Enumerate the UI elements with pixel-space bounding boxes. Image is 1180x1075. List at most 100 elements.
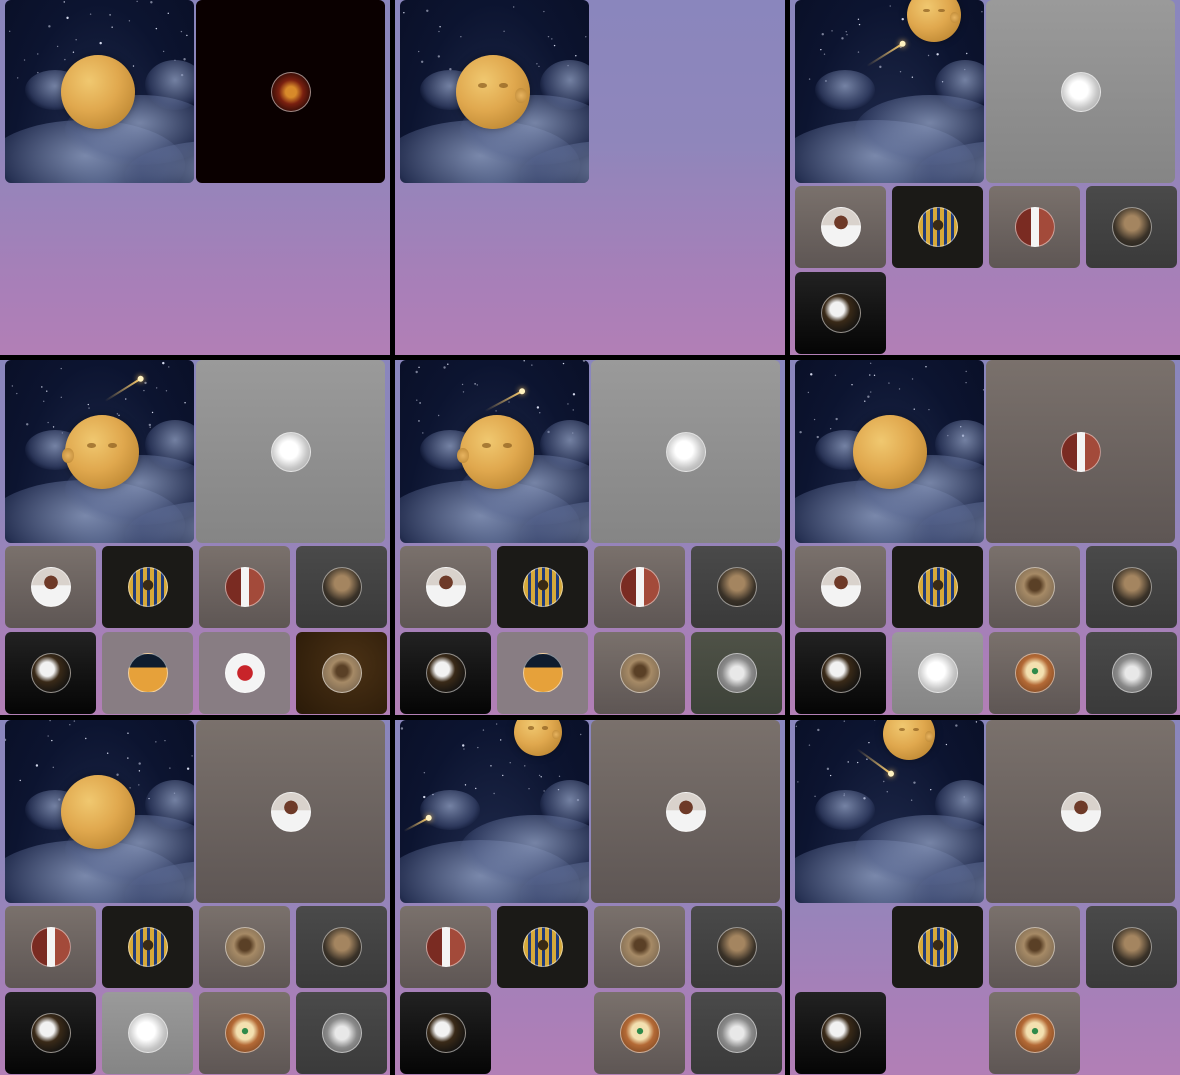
moon-face-icon[interactable] (456, 55, 530, 129)
avatar-card[interactable] (591, 360, 780, 543)
avatar-card[interactable] (5, 992, 96, 1074)
avatar-card[interactable] (795, 992, 886, 1074)
sky-scene-card[interactable] (5, 360, 194, 543)
avatar-card[interactable] (594, 992, 685, 1074)
avatar-card[interactable] (102, 546, 193, 628)
avatar-icon (127, 653, 168, 693)
avatar-card[interactable] (400, 992, 491, 1074)
screen-panel (0, 720, 390, 1075)
avatar-card[interactable] (594, 906, 685, 988)
avatar-card[interactable] (400, 632, 491, 714)
avatar-card[interactable] (102, 992, 193, 1074)
avatar-card[interactable] (102, 632, 193, 714)
avatar-card[interactable] (400, 546, 491, 628)
avatar-card[interactable] (199, 992, 290, 1074)
sky-scene-card[interactable] (400, 360, 589, 543)
avatar-icon (917, 207, 958, 247)
avatar-card[interactable] (196, 0, 385, 183)
moon-face-icon[interactable] (457, 415, 534, 489)
avatar-card[interactable] (296, 632, 387, 714)
sky-scene-card[interactable] (795, 720, 984, 903)
avatar-card[interactable] (5, 906, 96, 988)
moon-eye (482, 443, 492, 449)
screen-panel (395, 360, 785, 715)
avatar-icon (917, 567, 958, 607)
shooting-star-icon (866, 42, 904, 67)
avatar-card[interactable] (986, 720, 1175, 903)
avatar-icon (1060, 431, 1101, 472)
avatar-card[interactable] (892, 186, 983, 268)
avatar-card[interactable] (691, 546, 782, 628)
avatar-icon (716, 927, 757, 967)
sky-scene-card[interactable] (400, 720, 589, 903)
avatar-card[interactable] (594, 632, 685, 714)
avatar-card[interactable] (296, 992, 387, 1074)
avatar-icon (127, 927, 168, 967)
avatar-card[interactable] (199, 632, 290, 714)
avatar-card[interactable] (691, 992, 782, 1074)
sky-scene-card[interactable] (5, 720, 194, 903)
sky-scene-card[interactable] (795, 360, 984, 543)
avatar-card[interactable] (989, 186, 1080, 268)
avatar-card[interactable] (989, 546, 1080, 628)
sky-scene-card[interactable] (400, 0, 589, 183)
avatar-card[interactable] (691, 906, 782, 988)
moon-face-icon[interactable] (62, 415, 139, 489)
avatar-icon (425, 1013, 466, 1053)
avatar-card[interactable] (296, 906, 387, 988)
avatar-card[interactable] (497, 906, 588, 988)
avatar-card[interactable] (199, 906, 290, 988)
avatar-icon (820, 567, 861, 607)
avatar-card[interactable] (691, 632, 782, 714)
avatar-card[interactable] (986, 0, 1175, 183)
shooting-star-icon (856, 748, 892, 775)
avatar-card[interactable] (892, 632, 983, 714)
moon-nose (515, 88, 528, 104)
moon-face-icon[interactable] (853, 415, 927, 489)
avatar-card[interactable] (400, 906, 491, 988)
avatar-icon (522, 653, 563, 693)
avatar-card[interactable] (892, 906, 983, 988)
moon-face-icon[interactable] (907, 0, 961, 42)
avatar-icon (1014, 567, 1055, 607)
avatar-card[interactable] (1086, 906, 1177, 988)
moon-eye (498, 83, 508, 89)
sky-scene-card[interactable] (5, 0, 194, 183)
sky-scene-card[interactable] (795, 0, 984, 183)
avatar-card[interactable] (1086, 186, 1177, 268)
panel-divider (0, 355, 1180, 360)
avatar-card[interactable] (591, 720, 780, 903)
avatar-card[interactable] (989, 992, 1080, 1074)
moon-face-icon[interactable] (61, 775, 135, 849)
moon-eye (898, 727, 905, 732)
avatar-card[interactable] (594, 546, 685, 628)
avatar-card[interactable] (1086, 546, 1177, 628)
avatar-card[interactable] (1086, 632, 1177, 714)
avatar-card[interactable] (5, 546, 96, 628)
avatar-card[interactable] (497, 546, 588, 628)
avatar-card[interactable] (986, 360, 1175, 543)
avatar-card[interactable] (795, 632, 886, 714)
avatar-icon (224, 1013, 265, 1053)
avatar-card[interactable] (5, 632, 96, 714)
moon-eye (87, 443, 97, 449)
avatar-card[interactable] (199, 546, 290, 628)
avatar-card[interactable] (296, 546, 387, 628)
avatar-card[interactable] (102, 906, 193, 988)
avatar-card[interactable] (892, 546, 983, 628)
moon-face-icon[interactable] (514, 720, 562, 756)
moon-face-icon[interactable] (61, 55, 135, 129)
screen-panel (790, 360, 1180, 715)
avatar-card[interactable] (795, 186, 886, 268)
avatar-card[interactable] (795, 546, 886, 628)
avatar-card[interactable] (497, 632, 588, 714)
avatar-card[interactable] (196, 720, 385, 903)
panel-divider (390, 0, 395, 1075)
avatar-card[interactable] (989, 632, 1080, 714)
screen-panel (790, 0, 1180, 355)
avatar-icon (716, 567, 757, 607)
avatar-card[interactable] (989, 906, 1080, 988)
moon-face-icon[interactable] (883, 720, 935, 760)
avatar-card[interactable] (196, 360, 385, 543)
avatar-card[interactable] (795, 272, 886, 354)
